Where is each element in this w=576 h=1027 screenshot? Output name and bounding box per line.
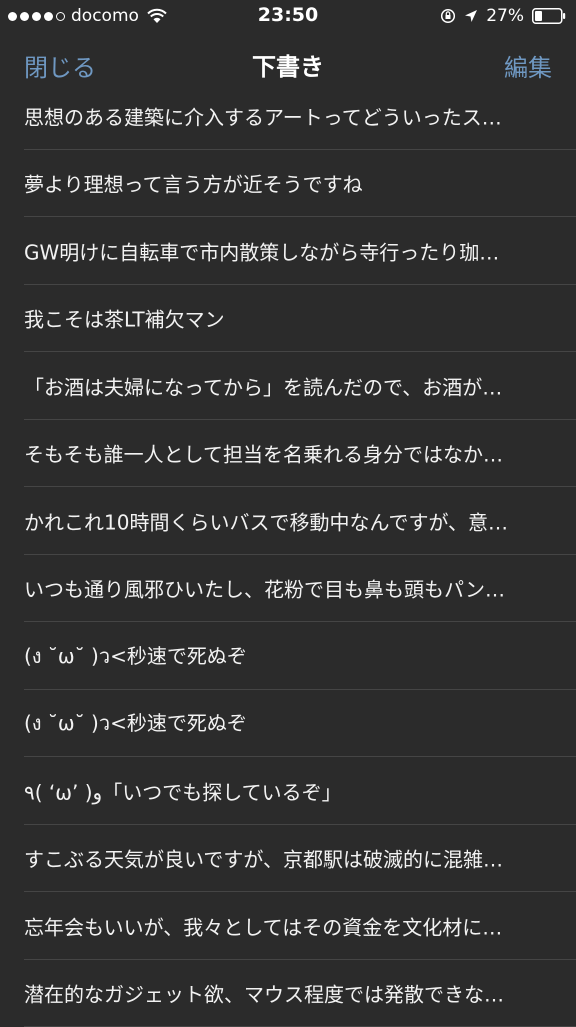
draft-item[interactable]: 思想のある建築に介入するアートってどういったス… [0, 82, 576, 150]
draft-text: (ง ˘ω˘ )ว<秒速で死ぬぞ [24, 640, 544, 672]
status-right: 27% [440, 5, 566, 27]
draft-item[interactable]: 夢より理想って言う方が近そうですね [0, 150, 576, 218]
location-arrow-icon [464, 9, 478, 23]
draft-item[interactable]: 忘年会もいいが、我々としてはその資金を文化材に… [0, 892, 576, 960]
draft-item[interactable]: (ง ˘ω˘ )ว<秒速で死ぬぞ [0, 622, 576, 690]
battery-icon [532, 8, 566, 24]
draft-text: GW明けに自転車で市内散策しながら寺行ったり珈… [24, 236, 544, 265]
draft-text: 忘年会もいいが、我々としてはその資金を文化材に… [24, 911, 544, 940]
draft-item[interactable]: 「お酒は夫婦になってから」を読んだので、お酒が… [0, 352, 576, 420]
draft-item[interactable]: そもそも誰一人として担当を名乗れる身分ではなか… [0, 420, 576, 488]
draft-item[interactable]: かれこれ10時間くらいバスで移動中なんですが、意… [0, 487, 576, 555]
page-title: 下書き [0, 47, 576, 82]
status-bar: docomo 23:50 27% [0, 0, 576, 32]
draft-text: いつも通り風邪ひいたし、花粉で目も鼻も頭もパン… [24, 574, 544, 603]
draft-text: (ง ˘ω˘ )ว<秒速で死ぬぞ [24, 707, 544, 739]
draft-item[interactable]: すこぶる天気が良いですが、京都駅は破滅的に混雑… [0, 825, 576, 893]
draft-text: すこぶる天気が良いですが、京都駅は破滅的に混雑… [24, 844, 544, 873]
edit-button[interactable]: 編集 [504, 48, 552, 83]
draft-text: かれこれ10時間くらいバスで移動中なんですが、意… [24, 506, 544, 535]
draft-item[interactable]: 潜在的なガジェット欲、マウス程度では発散できな… [0, 960, 576, 1027]
draft-item[interactable]: いつも通り風邪ひいたし、花粉で目も鼻も頭もパン… [0, 555, 576, 623]
draft-text: ٩( ‘ω’ )و「いつでも探しているぞ」 [24, 776, 544, 805]
orientation-lock-icon [440, 8, 456, 24]
draft-text: 我こそは茶LT補欠マン [24, 304, 544, 333]
draft-text: そもそも誰一人として担当を名乗れる身分ではなか… [24, 439, 544, 468]
battery-percentage: 27% [486, 6, 524, 26]
draft-text: 潜在的なガジェット欲、マウス程度では発散できな… [24, 979, 544, 1008]
draft-item[interactable]: ٩( ‘ω’ )و「いつでも探しているぞ」 [0, 757, 576, 825]
drafts-list: 思想のある建築に介入するアートってどういったス… 夢より理想って言う方が近そうで… [0, 82, 576, 1027]
draft-item[interactable]: (ง ˘ω˘ )ว<秒速で死ぬぞ [0, 690, 576, 758]
draft-text: 「お酒は夫婦になってから」を読んだので、お酒が… [24, 371, 544, 400]
draft-item[interactable]: GW明けに自転車で市内散策しながら寺行ったり珈… [0, 217, 576, 285]
draft-text: 夢より理想って言う方が近そうですね [24, 169, 544, 198]
draft-item[interactable]: 我こそは茶LT補欠マン [0, 285, 576, 353]
draft-text: 思想のある建築に介入するアートってどういったス… [24, 101, 544, 130]
